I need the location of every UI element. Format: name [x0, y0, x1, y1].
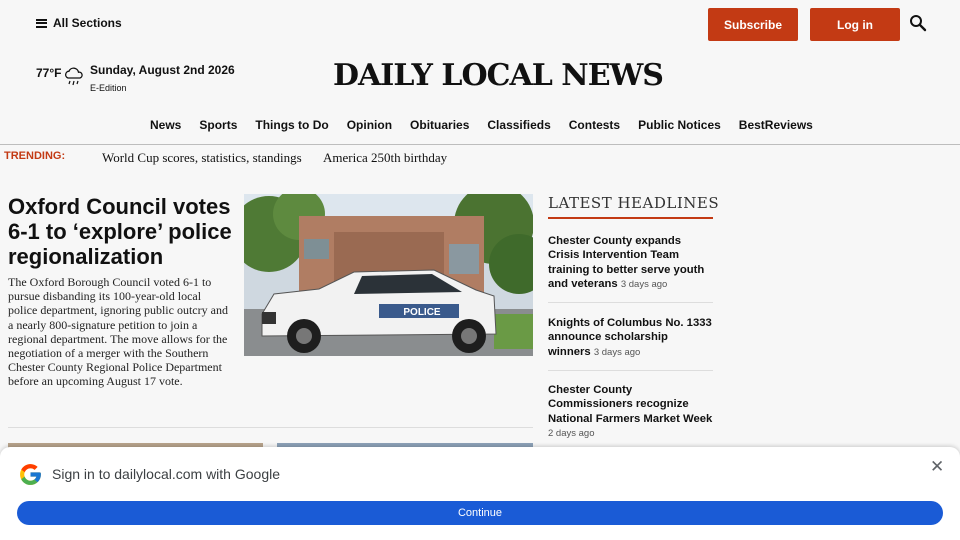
nav-item-news[interactable]: News	[150, 118, 181, 132]
header-divider	[0, 144, 960, 145]
google-signin-prompt: Sign in to dailylocal.com with Google ✕ …	[0, 447, 960, 540]
e-edition-link[interactable]: E-Edition	[90, 83, 127, 93]
search-icon[interactable]	[909, 14, 927, 32]
latest-headlines-title: LATEST HEADLINES	[548, 194, 720, 212]
latest-item-time: 3 days ago	[593, 346, 641, 358]
main-summary: The Oxford Borough Council voted 6-1 to …	[8, 275, 228, 389]
latest-item-time: 2 days ago	[548, 427, 595, 439]
police-car-photo[interactable]: POLICE	[244, 194, 533, 356]
site-logo[interactable]: DAILY LOCAL NEWS	[333, 58, 664, 93]
trending-label: TRENDING:	[4, 150, 66, 162]
all-sections-menu[interactable]: All Sections	[36, 16, 122, 30]
subscribe-button[interactable]: Subscribe	[708, 8, 798, 41]
latest-item[interactable]: Chester County expands Crisis Interventi…	[548, 234, 713, 292]
nav-item-sports[interactable]: Sports	[199, 118, 237, 132]
latest-item-title: Chester County Commissioners recognize N…	[548, 384, 713, 425]
police-car-text: POLICE	[403, 307, 441, 318]
latest-headlines-underline	[548, 217, 713, 219]
current-date: Sunday, August 2nd 2026	[90, 63, 235, 77]
latest-item-divider	[548, 302, 713, 303]
story-divider	[8, 427, 533, 428]
login-button[interactable]: Log in	[810, 8, 900, 41]
all-sections-label: All Sections	[53, 16, 122, 30]
rain-cloud-icon	[65, 67, 84, 86]
latest-item-time: 3 days ago	[620, 278, 668, 290]
main-headline[interactable]: Oxford Council votes 6-1 to ‘explore’ po…	[8, 194, 238, 269]
nav-item-obituaries[interactable]: Obituaries	[410, 118, 469, 132]
close-icon[interactable]: ✕	[930, 457, 944, 477]
hamburger-icon	[36, 18, 47, 28]
nav-item-public-notices[interactable]: Public Notices	[638, 118, 721, 132]
nav-item-opinion[interactable]: Opinion	[347, 118, 392, 132]
latest-item[interactable]: Chester County Commissioners recognize N…	[548, 383, 713, 441]
page: All Sections Subscribe Log in 77°F Sunda…	[0, 0, 960, 540]
nav-item-classifieds[interactable]: Classifieds	[487, 118, 550, 132]
weather-widget[interactable]: 77°F	[36, 64, 85, 88]
nav-item-bestreviews[interactable]: BestReviews	[739, 118, 813, 132]
google-logo-icon	[20, 464, 41, 485]
temperature: 77°F	[36, 66, 62, 80]
nav-item-contests[interactable]: Contests	[569, 118, 620, 132]
latest-item[interactable]: Knights of Columbus No. 1333 announce sc…	[548, 316, 713, 360]
trending-link-america-250[interactable]: America 250th birthday	[323, 150, 447, 166]
google-signin-text: Sign in to dailylocal.com with Google	[52, 466, 281, 482]
continue-button[interactable]: Continue	[17, 501, 943, 525]
latest-item-divider	[548, 370, 713, 371]
nav-item-things-to-do[interactable]: Things to Do	[255, 118, 328, 132]
trending-link-world-cup[interactable]: World Cup scores, statistics, standings	[102, 150, 302, 166]
